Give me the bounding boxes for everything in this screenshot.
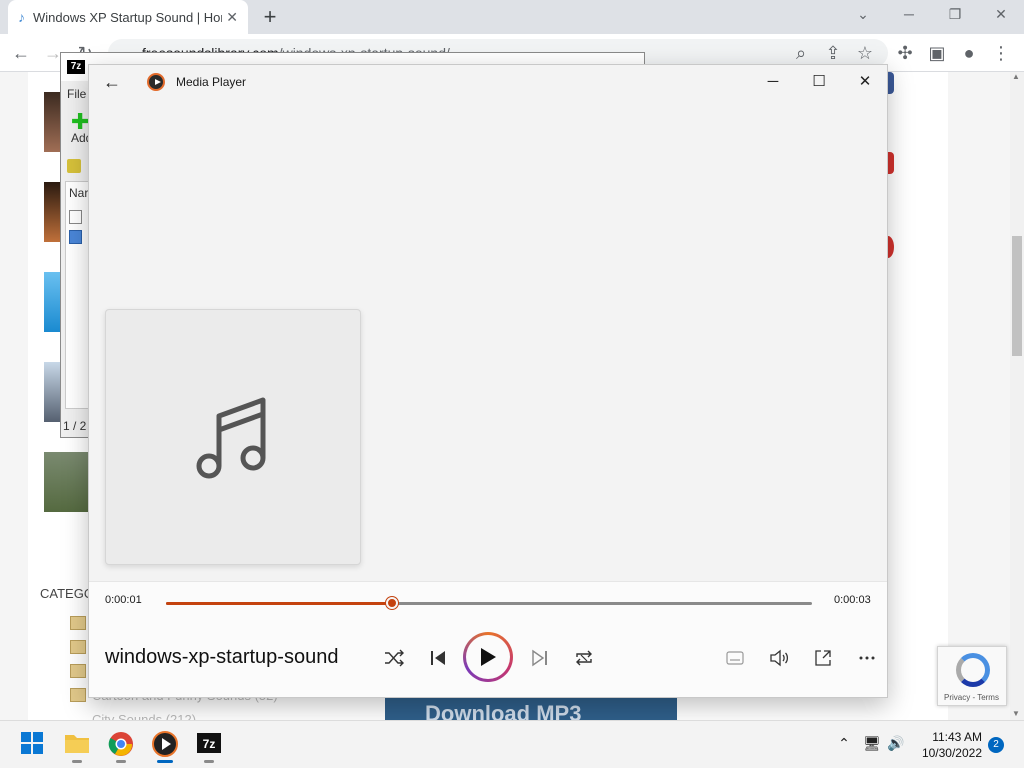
page-scrollbar[interactable]: ▲ ▼ xyxy=(1010,72,1024,720)
taskbar: 7z ⌃ 🖥 🔊 11:43 AM 10/30/2022 2 xyxy=(0,720,1024,768)
scrollbar-thumb[interactable] xyxy=(1012,236,1022,356)
chrome-icon xyxy=(108,732,133,756)
tab-close-icon[interactable]: ✕ xyxy=(226,9,238,26)
browser-tab[interactable]: ♪ Windows XP Startup Sound | Hor ✕ xyxy=(8,0,248,34)
minimize-button[interactable]: ─ xyxy=(759,69,787,95)
seek-thumb[interactable] xyxy=(386,597,399,609)
folder-icon xyxy=(65,735,89,753)
captions-icon xyxy=(726,651,744,665)
time-total: 0:00:03 xyxy=(834,594,871,606)
volume-tray-icon[interactable]: 🔊 xyxy=(886,735,906,752)
share-icon[interactable]: ⇪ xyxy=(822,42,844,64)
play-icon xyxy=(481,648,496,666)
zoom-search-icon[interactable]: ⌕ xyxy=(790,42,812,64)
scroll-up-icon[interactable]: ▲ xyxy=(1012,72,1020,81)
audio-file-icon[interactable] xyxy=(69,230,82,244)
7zip-logo-icon: 7z xyxy=(67,60,85,74)
profile-avatar-icon[interactable]: ● xyxy=(958,42,980,64)
previous-button[interactable] xyxy=(424,644,452,672)
next-icon xyxy=(532,649,547,667)
media-player-app-icon xyxy=(147,73,165,91)
7zip-icon: 7z xyxy=(197,733,221,753)
recaptcha-badge[interactable]: Privacy - Terms xyxy=(937,646,1007,706)
previous-icon xyxy=(431,651,445,665)
close-button[interactable]: ✕ xyxy=(851,69,879,95)
seek-progress xyxy=(166,602,393,605)
new-tab-button[interactable]: + xyxy=(258,6,282,30)
app-title: Media Player xyxy=(176,75,247,89)
file-icon[interactable] xyxy=(69,210,82,224)
media-player-taskbar-button[interactable] xyxy=(152,731,178,763)
playback-controls: 0:00:01 0:00:03 windows-xp-startup-sound xyxy=(89,581,887,697)
media-player-window: ← Media Player ─ ☐ ✕ 0:00:01 0:00:03 win… xyxy=(88,64,888,698)
miniplayer-icon xyxy=(815,650,831,666)
minimize-button[interactable]: ─ xyxy=(894,6,924,22)
recaptcha-terms[interactable]: Privacy - Terms xyxy=(944,693,999,702)
shuffle-icon xyxy=(385,649,404,667)
category-heading: CATEGO xyxy=(40,586,94,601)
menu-kebab-icon[interactable]: ⋮ xyxy=(990,42,1012,64)
7zip-status: 1 / 2 xyxy=(63,419,87,433)
active-indicator xyxy=(157,760,173,763)
folder-icon xyxy=(70,688,86,702)
svg-text:7z: 7z xyxy=(203,737,216,751)
media-player-icon xyxy=(152,731,178,757)
folder-icon xyxy=(70,640,86,654)
play-button[interactable] xyxy=(463,632,513,682)
side-panel-icon[interactable]: ▣ xyxy=(926,42,948,64)
running-indicator xyxy=(116,760,126,763)
bookmark-star-icon[interactable]: ☆ xyxy=(854,42,876,64)
7zip-name-column[interactable]: Nar xyxy=(69,186,88,200)
folder-icon xyxy=(70,616,86,630)
restore-button[interactable]: ❐ xyxy=(940,6,970,23)
chrome-button[interactable] xyxy=(108,731,134,763)
running-indicator xyxy=(204,760,214,763)
windows-start-button[interactable] xyxy=(20,731,46,757)
tab-title: Windows XP Startup Sound | Hor xyxy=(33,9,223,25)
plus-icon: ✚ xyxy=(71,109,90,134)
network-icon[interactable]: 🖥 xyxy=(862,735,882,752)
extensions-icon[interactable]: ✣ xyxy=(894,42,916,64)
browser-tabstrip: ♪ Windows XP Startup Sound | Hor ✕ + ⌄ ─… xyxy=(0,0,1024,34)
7zip-menu-file[interactable]: File xyxy=(67,87,86,101)
track-title: windows-xp-startup-sound xyxy=(105,646,339,668)
clock-date: 10/30/2022 xyxy=(921,746,982,760)
media-player-titlebar: ← Media Player ─ ☐ ✕ xyxy=(89,65,887,99)
shuffle-button[interactable] xyxy=(380,644,408,672)
file-explorer-button[interactable] xyxy=(64,731,90,763)
clock-time: 11:43 AM xyxy=(932,730,982,744)
time-elapsed: 0:00:01 xyxy=(105,594,142,606)
seek-bar[interactable] xyxy=(166,597,812,609)
more-icon xyxy=(859,656,875,660)
volume-button[interactable] xyxy=(765,644,793,672)
running-indicator xyxy=(72,760,82,763)
more-button[interactable] xyxy=(853,644,881,672)
repeat-icon xyxy=(576,650,592,666)
7zip-taskbar-button[interactable]: 7z xyxy=(196,731,222,763)
folder-icon xyxy=(70,664,86,678)
thumbnail-image[interactable] xyxy=(44,452,90,512)
notification-badge[interactable]: 2 xyxy=(988,737,1004,753)
play-button-inner xyxy=(466,635,510,679)
scroll-down-icon[interactable]: ▼ xyxy=(1012,709,1020,718)
close-button[interactable]: ✕ xyxy=(986,6,1016,23)
album-art xyxy=(105,309,361,565)
back-arrow-icon[interactable]: ← xyxy=(101,71,123,93)
repeat-button[interactable] xyxy=(570,644,598,672)
clock[interactable]: 11:43 AM 10/30/2022 xyxy=(912,729,982,761)
recaptcha-logo-icon xyxy=(956,653,990,687)
volume-icon xyxy=(770,649,789,667)
next-button[interactable] xyxy=(526,644,554,672)
miniplayer-button[interactable] xyxy=(809,644,837,672)
back-icon[interactable]: ← xyxy=(10,42,32,64)
music-note-icon: ♪ xyxy=(18,9,25,25)
captions-button[interactable] xyxy=(721,644,749,672)
show-hidden-icons-chevron-icon[interactable]: ⌃ xyxy=(834,735,854,752)
maximize-button[interactable]: ☐ xyxy=(805,69,833,95)
tab-search-icon[interactable]: ⌄ xyxy=(848,6,878,23)
windows-logo-icon xyxy=(21,732,43,754)
folder-up-icon[interactable] xyxy=(67,159,81,173)
music-note-icon xyxy=(196,397,266,479)
